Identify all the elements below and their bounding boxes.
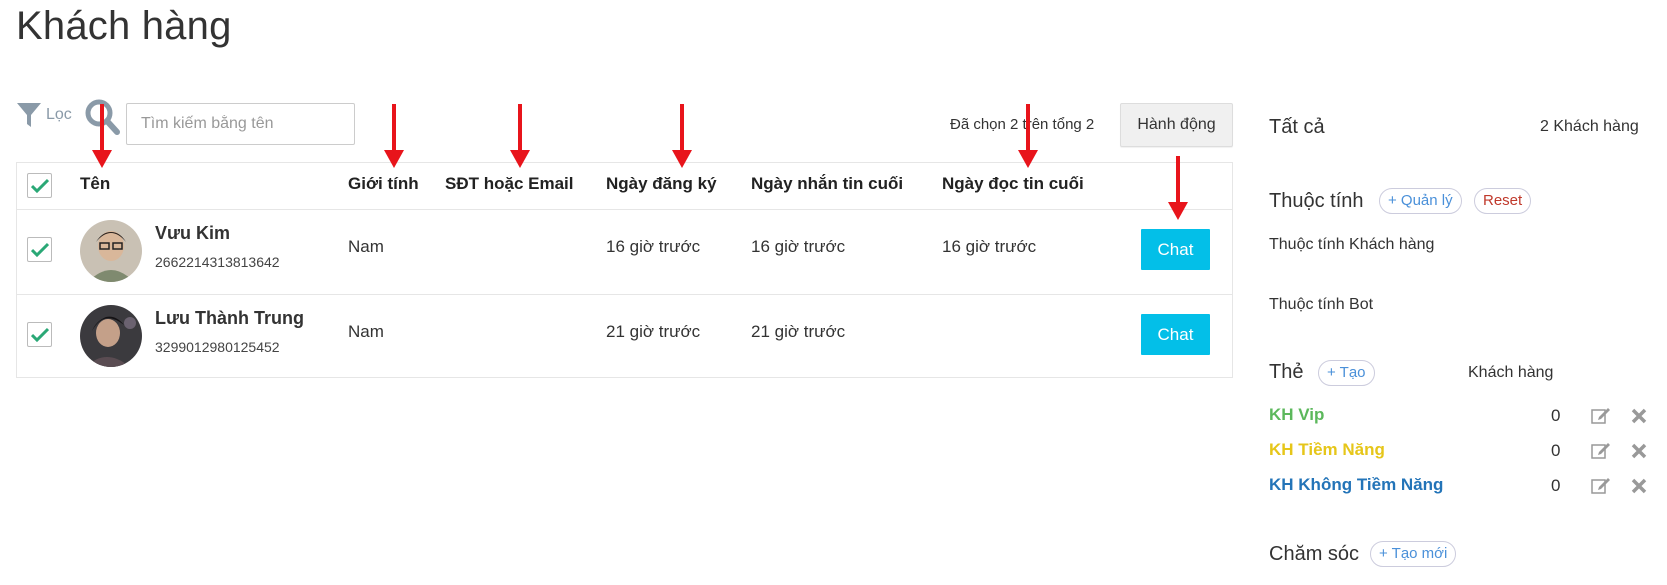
all-customers-label[interactable]: Tất cả (1269, 116, 1325, 139)
filter-button[interactable]: Lọc (16, 101, 72, 129)
bot-attribute-link[interactable]: Thuộc tính Bot (1269, 296, 1373, 314)
check-icon (31, 178, 49, 194)
header-name[interactable]: Tên (80, 174, 110, 194)
tag-name[interactable]: KH Tiềm Năng (1269, 440, 1385, 460)
filter-icon (17, 103, 41, 127)
registered-cell: 16 giờ trước (606, 237, 701, 256)
care-label: Chăm sóc (1269, 543, 1360, 565)
all-customers-count: 2 Khách hàng (1540, 118, 1639, 135)
annotation-arrow-icon (1018, 104, 1038, 168)
chat-button[interactable]: Chat (1141, 314, 1210, 355)
last-message-cell: 16 giờ trước (751, 237, 846, 256)
avatar[interactable] (80, 220, 142, 282)
header-last-message[interactable]: Ngày nhắn tin cuối (751, 174, 903, 194)
gender-cell: Nam (348, 322, 384, 341)
row-checkbox[interactable] (27, 237, 52, 262)
annotation-arrow-icon (672, 104, 692, 168)
tag-name[interactable]: KH Không Tiềm Năng (1269, 475, 1443, 495)
action-dropdown-button[interactable]: Hành động (1120, 103, 1233, 147)
customer-attribute-link[interactable]: Thuộc tính Khách hàng (1269, 236, 1434, 254)
annotation-arrow-icon (384, 104, 404, 168)
customer-name[interactable]: Lưu Thành Trung (155, 308, 304, 329)
row-divider (17, 294, 1232, 295)
filter-label: Lọc (46, 106, 72, 123)
check-icon (31, 327, 49, 343)
edit-icon[interactable] (1591, 406, 1611, 424)
header-gender[interactable]: Giới tính (348, 174, 419, 194)
registered-cell: 21 giờ trước (606, 322, 701, 341)
row-checkbox[interactable] (27, 322, 52, 347)
header-last-read[interactable]: Ngày đọc tin cuối (942, 174, 1084, 194)
avatar[interactable] (80, 305, 142, 367)
header-contact[interactable]: SĐT hoặc Email (445, 174, 573, 194)
edit-icon[interactable] (1591, 476, 1611, 494)
create-care-button[interactable]: + Tạo mới (1370, 541, 1457, 567)
tag-count: 0 (1551, 476, 1561, 495)
customer-id: 3299012980125452 (155, 339, 280, 355)
row-divider (17, 209, 1232, 210)
reset-button[interactable]: Reset (1474, 188, 1532, 214)
check-icon (31, 242, 49, 258)
tags-customer-column: Khách hàng (1468, 364, 1554, 381)
gender-cell: Nam (348, 237, 384, 256)
attributes-label: Thuộc tính (1269, 190, 1364, 212)
customer-name[interactable]: Vưu Kim (155, 223, 230, 244)
tags-label: Thẻ (1269, 361, 1304, 383)
delete-icon[interactable] (1630, 477, 1648, 495)
manage-attributes-button[interactable]: + Quản lý (1379, 188, 1462, 214)
tag-count: 0 (1551, 406, 1561, 425)
tag-name[interactable]: KH Vip (1269, 405, 1324, 425)
tag-count: 0 (1551, 441, 1561, 460)
customer-id: 2662214313813642 (155, 254, 280, 270)
edit-icon[interactable] (1591, 441, 1611, 459)
annotation-arrow-icon (92, 104, 112, 168)
create-tag-button[interactable]: + Tạo (1318, 360, 1375, 386)
chat-button[interactable]: Chat (1141, 229, 1210, 270)
annotation-arrow-icon (510, 104, 530, 168)
page-title: Khách hàng (16, 4, 232, 48)
select-all-checkbox[interactable] (27, 173, 52, 198)
delete-icon[interactable] (1630, 407, 1648, 425)
search-input[interactable] (126, 103, 355, 145)
last-read-cell: 16 giờ trước (942, 237, 1037, 256)
last-message-cell: 21 giờ trước (751, 322, 846, 341)
header-registered[interactable]: Ngày đăng ký (606, 174, 717, 194)
delete-icon[interactable] (1630, 442, 1648, 460)
annotation-arrow-icon (1168, 156, 1188, 220)
customer-table: Tên Giới tính SĐT hoặc Email Ngày đăng k… (16, 162, 1233, 378)
